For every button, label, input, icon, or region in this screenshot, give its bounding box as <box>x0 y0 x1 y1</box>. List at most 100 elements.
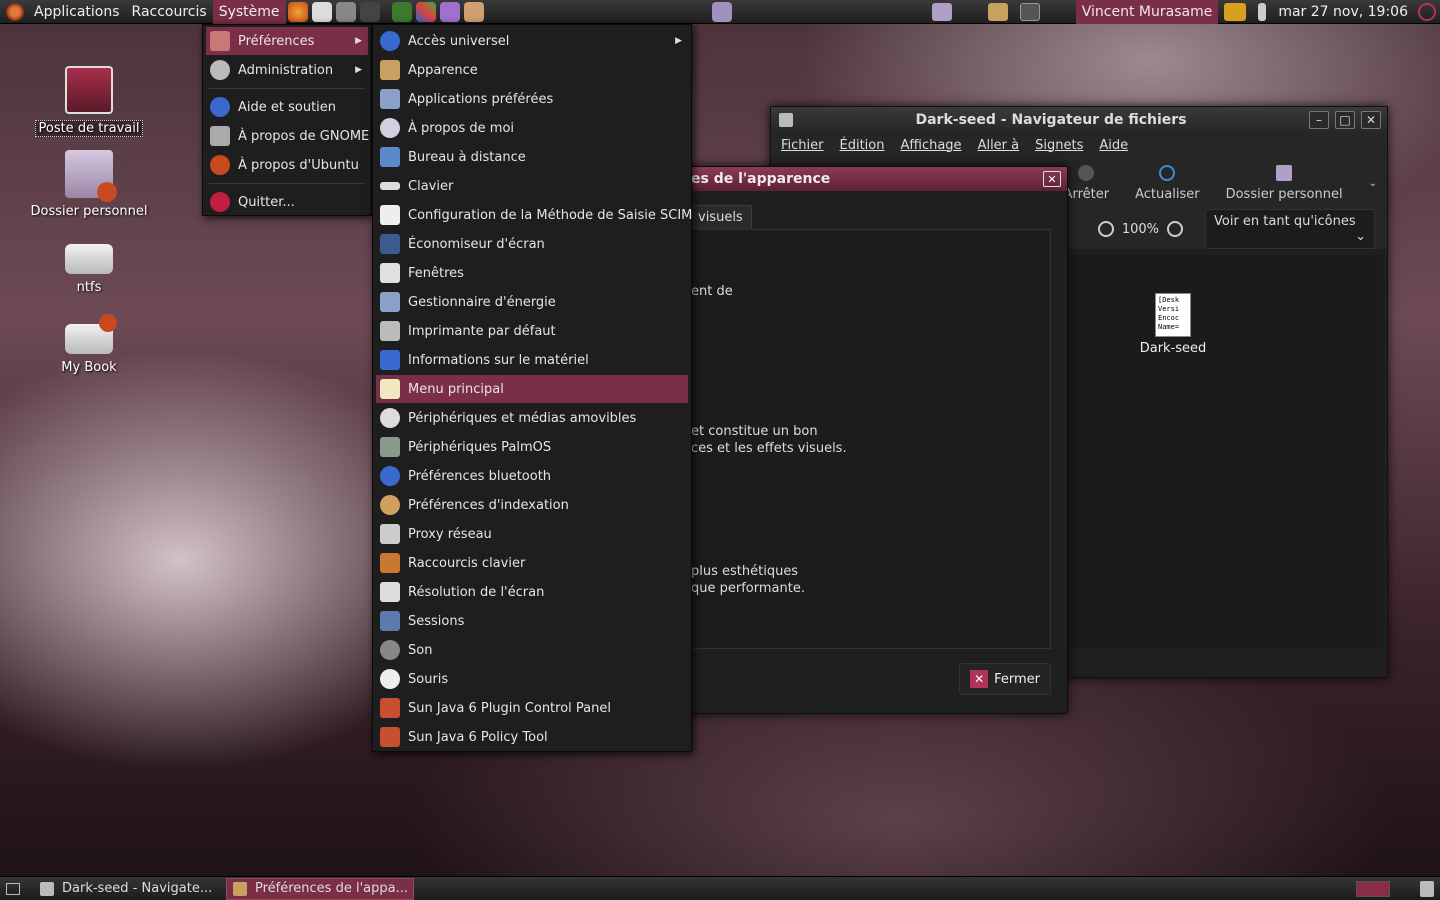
messenger-launcher-icon[interactable] <box>335 1 356 22</box>
view-mode-value: Voir en tant qu'icônes <box>1214 214 1356 229</box>
menu-item-economiseur[interactable]: Économiseur d'écran <box>376 230 688 258</box>
menu-item-about-gnome[interactable]: À propos de GNOME <box>206 122 369 150</box>
file-preview-line: Name= <box>1158 323 1180 331</box>
toolbar-overflow-chevron-icon[interactable]: ⌄ <box>1369 178 1377 189</box>
desktop-icon-ntfs[interactable]: ntfs <box>24 230 154 295</box>
text-file-icon: [Desk Versi Encoc Name= <box>1155 293 1191 337</box>
menu-item-raccourcis-clavier[interactable]: Raccourcis clavier <box>376 549 688 577</box>
file-manager-content[interactable] <box>1067 255 1383 649</box>
menu-item-bluetooth[interactable]: Préférences bluetooth <box>376 462 688 490</box>
menu-item-bureau-a-distance[interactable]: Bureau à distance <box>376 143 688 171</box>
menu-item-a-propos-de-moi[interactable]: À propos de moi <box>376 114 688 142</box>
task-appearance[interactable]: Préférences de l'appa... <box>226 877 414 900</box>
minimize-button[interactable]: – <box>1309 111 1329 129</box>
menu-item-quit[interactable]: Quitter... <box>206 188 368 216</box>
desktop-icon-label: My Book <box>61 360 117 375</box>
desktop-icon-mybook[interactable]: My Book <box>24 310 154 375</box>
users-launcher-icon[interactable] <box>463 1 484 22</box>
menu-item-administration[interactable]: Administration ▶ <box>206 56 368 84</box>
cube-launcher-icon[interactable] <box>415 1 436 22</box>
menu-item-materiel[interactable]: Informations sur le matériel <box>376 346 688 374</box>
home-button[interactable]: Dossier personnel <box>1226 164 1343 202</box>
network-tray-icon[interactable] <box>1224 2 1247 21</box>
ubuntu-logo-icon <box>6 2 24 21</box>
submenu-arrow-icon: ▶ <box>675 36 682 46</box>
trash-icon[interactable] <box>1420 880 1434 897</box>
menu-aller-a[interactable]: Aller à <box>978 138 1020 153</box>
menu-item-label: Économiseur d'écran <box>408 236 545 252</box>
terminal-tray-icon[interactable] <box>1019 2 1040 21</box>
volume-icon[interactable] <box>1258 2 1267 21</box>
show-desktop-icon[interactable] <box>6 882 20 895</box>
help-icon <box>210 97 230 117</box>
task-file-manager[interactable]: Dark-seed - Navigate... <box>34 878 222 900</box>
menu-item-son[interactable]: Son <box>376 636 688 664</box>
firefox-launcher-icon[interactable] <box>287 1 308 22</box>
reload-button[interactable]: Actualiser <box>1135 164 1200 202</box>
settings-tray-icon[interactable] <box>987 2 1008 21</box>
menu-item-proxy[interactable]: Proxy réseau <box>376 520 688 548</box>
menu-item-fenetres[interactable]: Fenêtres <box>376 259 688 287</box>
menu-item-resolution[interactable]: Résolution de l'écran <box>376 578 688 606</box>
menu-item-clavier[interactable]: Clavier <box>376 172 688 200</box>
desktop-icon-computer[interactable]: Poste de travail <box>24 66 154 137</box>
menu-item-peripheriques-medias[interactable]: Périphériques et médias amovibles <box>376 404 688 432</box>
app-launcher-icon[interactable] <box>359 1 380 22</box>
menu-item-label: Applications préférées <box>408 91 554 107</box>
menu-item-preferences[interactable]: Préférences ▶ <box>206 27 368 55</box>
menu-item-indexation[interactable]: Préférences d'indexation <box>376 491 688 519</box>
desktop-icon-label: ntfs <box>76 280 102 295</box>
power-icon[interactable] <box>1418 2 1436 21</box>
tab-visual-effects[interactable]: visuels <box>689 205 752 229</box>
zoom-in-icon[interactable] <box>1167 221 1183 237</box>
system-menu-button[interactable]: Système <box>212 0 286 24</box>
menu-item-java-plugin[interactable]: Sun Java 6 Plugin Control Panel <box>376 694 688 722</box>
workspace-switcher[interactable] <box>1356 880 1390 897</box>
menu-item-palmos[interactable]: Périphériques PalmOS <box>376 433 688 461</box>
file-item[interactable]: [Desk Versi Encoc Name= Dark-seed <box>1133 293 1213 356</box>
menu-item-acces-universel[interactable]: Accès universel ▶ <box>376 27 688 55</box>
applications-menu[interactable]: Applications <box>28 0 126 24</box>
user-switcher[interactable]: Vincent Murasame <box>1075 0 1219 24</box>
desktop-icon-home[interactable]: Dossier personnel <box>24 150 154 219</box>
pidgin-launcher-icon[interactable] <box>439 1 460 22</box>
sound-icon <box>380 640 400 660</box>
window-menu-icon[interactable] <box>779 113 793 127</box>
menu-item-applications-preferees[interactable]: Applications préférées <box>376 85 688 113</box>
menu-signets[interactable]: Signets <box>1035 138 1083 153</box>
desktop-icon-label: Poste de travail <box>35 120 143 137</box>
menu-item-souris[interactable]: Souris <box>376 665 688 693</box>
file-manager-titlebar[interactable]: Dark-seed - Navigateur de fichiers – □ ✕ <box>771 107 1387 133</box>
menu-item-about-ubuntu[interactable]: À propos d'Ubuntu <box>206 151 368 179</box>
maximize-button[interactable]: □ <box>1335 111 1355 129</box>
menu-item-help[interactable]: Aide et soutien <box>206 93 368 121</box>
plant-launcher-icon[interactable] <box>391 1 412 22</box>
menu-item-sessions[interactable]: Sessions <box>376 607 688 635</box>
close-button[interactable]: ✕ <box>1361 111 1381 129</box>
menu-item-java-policy[interactable]: Sun Java 6 Policy Tool <box>376 723 688 751</box>
fermer-button[interactable]: ✕ Fermer <box>959 663 1051 695</box>
menu-item-apparence[interactable]: Apparence <box>376 56 688 84</box>
menu-item-label: Configuration de la Méthode de Saisie SC… <box>408 207 693 223</box>
menu-item-imprimante[interactable]: Imprimante par défaut <box>376 317 688 345</box>
menu-item-energie[interactable]: Gestionnaire d'énergie <box>376 288 688 316</box>
menu-edition[interactable]: Édition <box>840 138 885 153</box>
stop-button[interactable]: Arrêter <box>1064 164 1109 202</box>
folder-launcher-icon[interactable] <box>711 1 732 22</box>
printer-icon <box>380 321 400 341</box>
zoom-out-icon[interactable] <box>1097 221 1114 237</box>
menu-affichage[interactable]: Affichage <box>900 138 961 153</box>
view-mode-select[interactable]: Voir en tant qu'icônes ⌄ <box>1205 209 1375 249</box>
menu-aide[interactable]: Aide <box>1099 138 1128 153</box>
dialog-close-button[interactable]: ✕ <box>1043 171 1061 187</box>
screensaver-icon <box>380 234 400 254</box>
menu-item-scim[interactable]: Configuration de la Méthode de Saisie SC… <box>376 201 692 229</box>
menu-item-label: Préférences <box>238 33 315 49</box>
menu-item-menu-principal[interactable]: Menu principal <box>376 375 688 403</box>
mail-launcher-icon[interactable] <box>311 1 332 22</box>
shortcuts-menu[interactable]: Raccourcis <box>126 0 213 24</box>
workspace-folder-icon[interactable] <box>931 2 952 21</box>
menu-fichier[interactable]: Fichier <box>781 138 824 153</box>
drive-icon <box>65 244 113 274</box>
clock[interactable]: mar 27 nov, 19:06 <box>1272 4 1414 20</box>
